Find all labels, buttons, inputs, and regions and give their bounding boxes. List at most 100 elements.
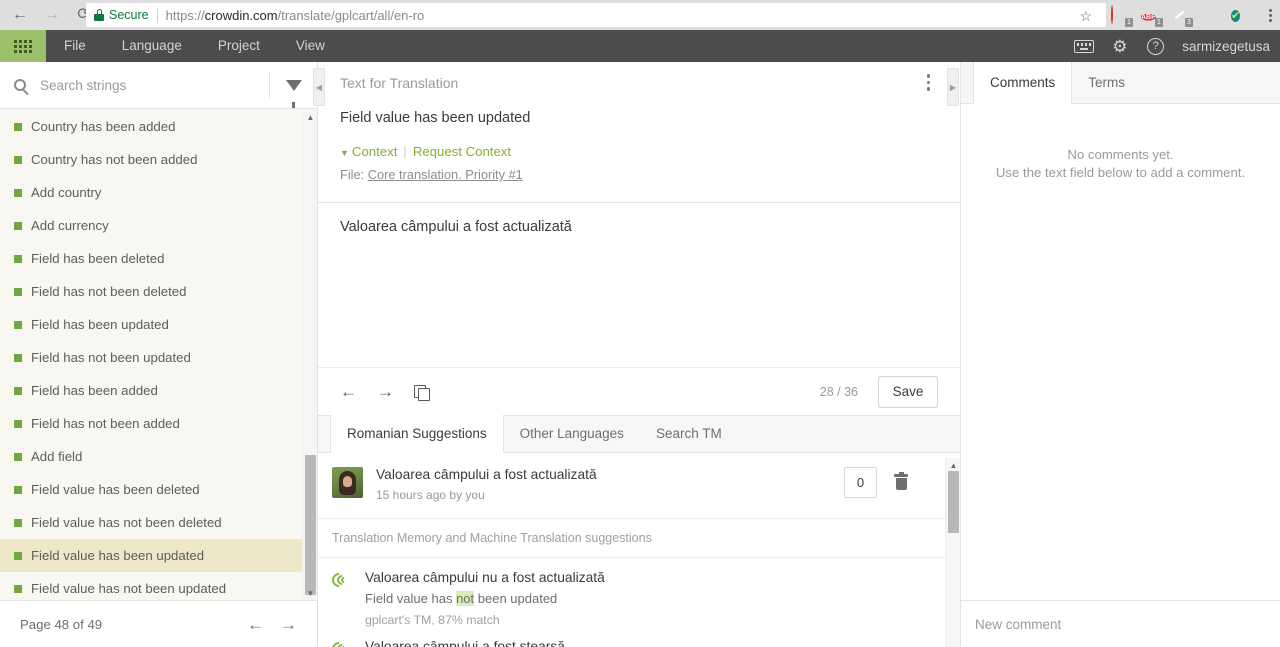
suggestions-scroll-up-icon[interactable]: ▲ [946, 458, 961, 472]
sidebar-scroll-thumb[interactable] [305, 455, 316, 595]
status-square-icon [14, 518, 22, 527]
suggestions-panel: Valoarea câmpului a fost actualizată 15 … [318, 453, 960, 647]
next-string-button[interactable]: → [377, 383, 394, 400]
tm-suggestion-row[interactable]: Valoarea câmpului a fost ștearsăField va… [318, 627, 960, 647]
lock-icon [94, 9, 104, 21]
status-square-icon [14, 353, 22, 362]
fox-extension-icon[interactable] [1201, 6, 1220, 25]
suggestions-tab[interactable]: Search TM [640, 415, 738, 452]
suggestions-tab[interactable]: Other Languages [504, 415, 640, 452]
string-list-item[interactable]: Field has been deleted [0, 242, 303, 275]
translation-text[interactable]: Valoarea câmpului a fost actualizată [318, 203, 960, 251]
pagination-arrows: ← → [247, 616, 297, 633]
suggestions-scroll-thumb[interactable] [948, 471, 959, 533]
string-label: Field has been deleted [31, 251, 165, 266]
scroll-up-arrow-icon[interactable]: ▲ [303, 110, 318, 124]
string-list-item[interactable]: Country has been added [0, 110, 303, 143]
tm-source-pre: Field value has [365, 591, 457, 606]
string-list-item[interactable]: Field has not been added [0, 407, 303, 440]
apps-grid-icon[interactable] [0, 30, 46, 62]
previous-string-button[interactable]: ← [340, 383, 357, 400]
comments-empty-line-1: No comments yet. [1067, 147, 1174, 162]
menu-file[interactable]: File [46, 30, 104, 62]
string-list-item[interactable]: Field has not been updated [0, 341, 303, 374]
gear-icon[interactable]: ⚙ [1112, 38, 1129, 55]
browser-menu-icon[interactable] [1269, 0, 1272, 30]
string-list-item[interactable]: Add field [0, 440, 303, 473]
string-list-item[interactable]: Field has been updated [0, 308, 303, 341]
string-label: Field has not been added [31, 416, 180, 431]
tm-target-text[interactable]: Valoarea câmpului nu a fost actualizată [365, 570, 946, 585]
string-list-item[interactable]: Field has not been deleted [0, 275, 303, 308]
collapse-comments-handle[interactable]: ▶ [947, 68, 959, 106]
string-list-item[interactable]: Field value has not been updated [0, 572, 303, 600]
prev-page-button[interactable]: ← [247, 616, 264, 633]
more-options-icon[interactable] [926, 74, 930, 91]
suggestion-text[interactable]: Valoarea câmpului a fost actualizată [376, 467, 844, 482]
crowdin-tm-icon [329, 570, 352, 590]
string-list-item[interactable]: Add country [0, 176, 303, 209]
tm-suggestion-row[interactable]: Valoarea câmpului nu a fost actualizată F… [318, 558, 960, 627]
status-square-icon [14, 419, 22, 428]
next-page-button[interactable]: → [280, 616, 297, 633]
grammar-check-extension-icon[interactable]: ✔ [1231, 6, 1250, 25]
user-suggestion-row[interactable]: Valoarea câmpului a fost actualizată 15 … [318, 453, 960, 519]
trash-icon[interactable] [894, 472, 908, 490]
file-link[interactable]: Core translation. Priority #1 [368, 167, 523, 182]
string-list-item[interactable]: Field value has been updated [0, 539, 303, 572]
string-list-item[interactable]: Country has not been added [0, 143, 303, 176]
request-context-link[interactable]: Request Context [413, 144, 511, 159]
suggestions-tab[interactable]: Romanian Suggestions [330, 415, 504, 453]
avatar [332, 467, 363, 498]
status-square-icon [14, 320, 22, 329]
strings-list[interactable]: Country has been added Country has not be… [0, 110, 303, 600]
scroll-down-arrow-icon[interactable]: ▼ [303, 586, 318, 600]
string-label: Country has been added [31, 119, 176, 134]
address-bar[interactable]: Secure https://crowdin.com/translate/gpl… [86, 3, 1106, 27]
string-label: Field value has been deleted [31, 482, 200, 497]
pie-extension-icon[interactable]: 1 [1111, 4, 1133, 27]
collapse-sidebar-handle[interactable]: ◀ [313, 68, 325, 106]
status-square-icon [14, 188, 22, 197]
string-label: Field has been added [31, 383, 158, 398]
comments-tab[interactable]: Comments [973, 62, 1073, 104]
comments-tab[interactable]: Terms [1072, 62, 1141, 103]
menu-project[interactable]: Project [200, 30, 278, 62]
suggestion-content: Valoarea câmpului a fost actualizată 15 … [376, 467, 844, 502]
status-square-icon [14, 155, 22, 164]
adblock-plus-extension-icon[interactable]: ABP 1 [1141, 6, 1163, 27]
strings-sidebar: Country has been added Country has not be… [0, 62, 318, 647]
copy-source-icon[interactable] [414, 384, 430, 401]
new-comment-input[interactable] [975, 616, 1266, 632]
string-list-item[interactable]: Field has been added [0, 374, 303, 407]
status-square-icon [14, 122, 22, 131]
tm-source-post: been updated [474, 591, 558, 606]
translation-input-area[interactable]: Valoarea câmpului a fost actualizată [318, 202, 960, 264]
string-label: Field value has been updated [31, 548, 205, 563]
menu-language[interactable]: Language [104, 30, 200, 62]
search-input[interactable] [40, 77, 269, 93]
search-icon [0, 79, 40, 91]
string-list-item[interactable]: Field value has been deleted [0, 473, 303, 506]
back-button[interactable]: ← [10, 5, 30, 25]
keyboard-shortcuts-icon[interactable] [1074, 39, 1095, 53]
status-square-icon [14, 584, 22, 593]
suggestions-scrollbar[interactable]: ▲ ▼ [945, 458, 960, 647]
string-list-item[interactable]: Field value has not been deleted [0, 506, 303, 539]
page-label: Page 48 of 49 [20, 616, 103, 632]
bookmark-star-icon[interactable]: ☆ [1079, 8, 1092, 25]
username-label[interactable]: sarmizegetusa [1182, 39, 1270, 54]
menu-view[interactable]: View [278, 30, 343, 62]
string-list-item[interactable]: Add currency [0, 209, 303, 242]
help-icon[interactable]: ? [1147, 37, 1165, 55]
context-toggle[interactable]: Context [352, 144, 397, 159]
save-button[interactable]: Save [878, 375, 938, 408]
tm-target-text[interactable]: Valoarea câmpului a fost ștearsă [365, 639, 946, 647]
forward-button[interactable]: → [42, 5, 62, 25]
vote-count[interactable]: 0 [844, 467, 877, 498]
main-menu: File Language Project View [46, 30, 343, 62]
filter-icon[interactable] [270, 79, 317, 108]
sidebar-scrollbar[interactable]: ▲ ▼ [302, 110, 317, 600]
orange-gauge-extension-icon[interactable]: 3 [1171, 6, 1193, 27]
context-caret-icon[interactable]: ▼ [340, 148, 349, 158]
